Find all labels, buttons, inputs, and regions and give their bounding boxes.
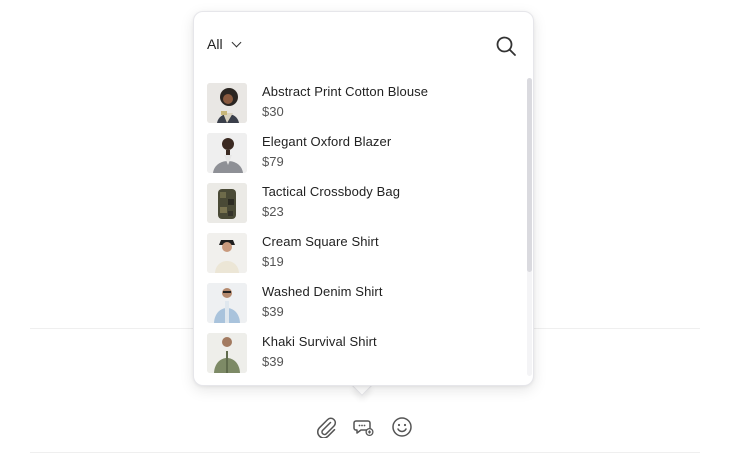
emoji-icon (392, 417, 412, 437)
search-button[interactable] (495, 35, 517, 57)
product-price: $79 (262, 154, 284, 169)
stage: All Abstract Print Cotton Blouse $30 Ele… (0, 0, 730, 460)
chat-product-icon (353, 420, 374, 437)
attach-button[interactable] (315, 416, 337, 439)
category-filter-dropdown[interactable]: All (207, 36, 242, 52)
product-item[interactable]: Abstract Print Cotton Blouse $30 (207, 83, 517, 127)
product-item[interactable]: Tactical Crossbody Bag $23 (207, 183, 517, 227)
product-thumbnail (207, 83, 247, 123)
product-name: Tactical Crossbody Bag (262, 184, 401, 199)
popup-header: All (194, 12, 533, 78)
search-icon (496, 36, 516, 56)
product-thumbnail (207, 233, 247, 273)
product-item[interactable]: Cream Square Shirt $19 (207, 233, 517, 277)
product-name: Cream Square Shirt (262, 234, 379, 249)
chevron-down-icon (231, 37, 242, 47)
chat-product-button[interactable] (353, 416, 375, 438)
product-thumbnail (207, 333, 247, 373)
divider (30, 452, 700, 453)
product-picker-popup: All Abstract Print Cotton Blouse $30 Ele… (193, 11, 534, 386)
product-price: $23 (262, 204, 284, 219)
product-thumbnail (207, 283, 247, 323)
product-item[interactable]: Washed Denim Shirt $39 (207, 283, 517, 327)
product-item[interactable]: Khaki Survival Shirt $39 (207, 333, 517, 374)
product-price: $19 (262, 254, 284, 269)
filter-label: All (207, 36, 223, 52)
product-price: $39 (262, 354, 284, 369)
paperclip-icon (317, 417, 337, 439)
product-price: $39 (262, 304, 284, 319)
product-item[interactable]: Elegant Oxford Blazer $79 (207, 133, 517, 177)
product-price: $30 (262, 104, 284, 119)
product-name: Khaki Survival Shirt (262, 334, 377, 349)
product-thumbnail (207, 133, 247, 173)
product-thumbnail (207, 183, 247, 223)
product-name: Elegant Oxford Blazer (262, 134, 392, 149)
product-list: Abstract Print Cotton Blouse $30 Elegant… (194, 78, 533, 374)
product-name: Washed Denim Shirt (262, 284, 383, 299)
product-name: Abstract Print Cotton Blouse (262, 84, 429, 99)
emoji-button[interactable] (391, 416, 413, 438)
